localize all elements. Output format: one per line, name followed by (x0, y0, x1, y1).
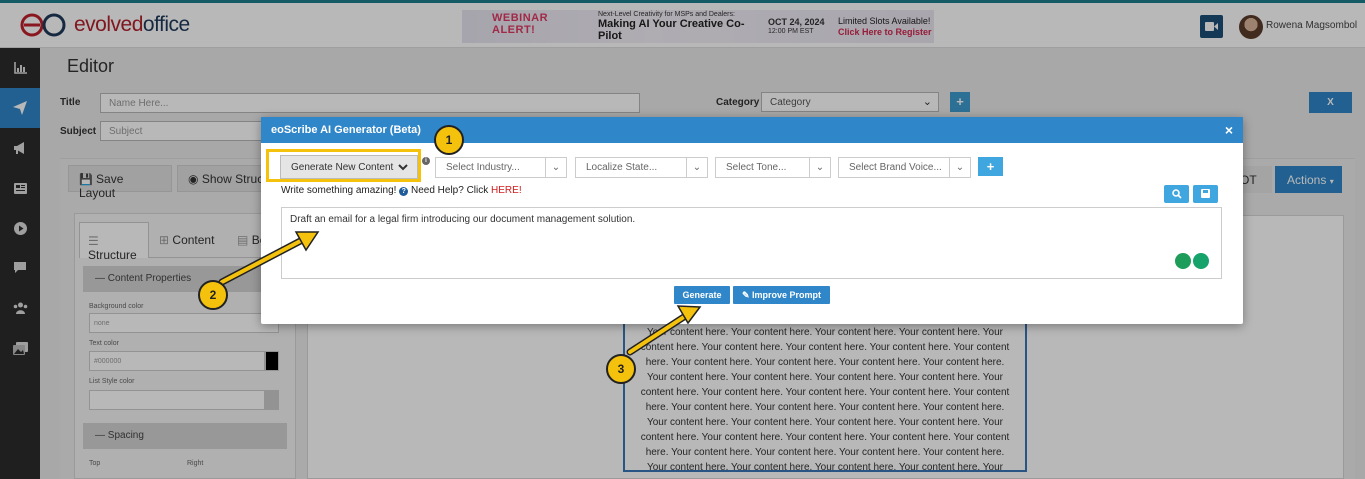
arrow-to-prompt (218, 231, 320, 286)
callout-step-3: 3 (606, 354, 636, 384)
callout-step-1: 1 (434, 125, 464, 155)
callout-step-2: 2 (198, 280, 228, 310)
annotation-arrows (218, 231, 702, 356)
arrow-to-generate (626, 305, 702, 356)
